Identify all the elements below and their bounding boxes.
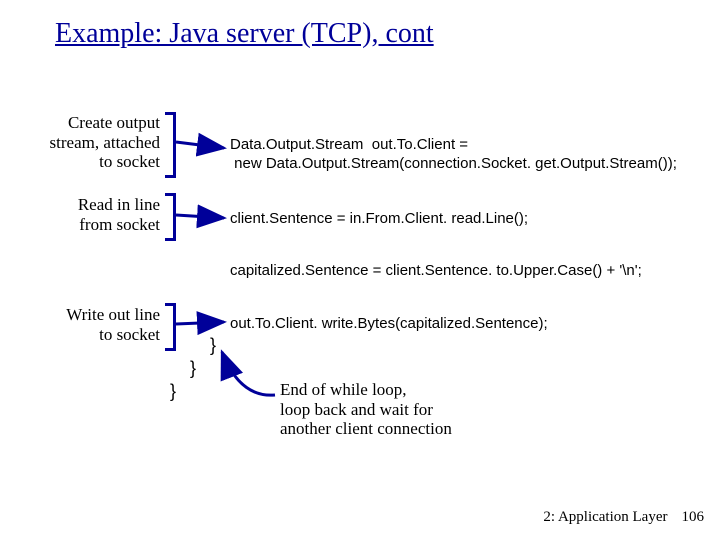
code-data-output-2: new Data.Output.Stream(connection.Socket…	[230, 155, 677, 172]
slide-title: Example: Java server (TCP), cont	[55, 18, 434, 50]
bracket-icon	[165, 303, 176, 351]
annotation-write-line: Write out lineto socket	[35, 305, 160, 344]
code-client-sentence: client.Sentence = in.From.Client. read.L…	[230, 210, 528, 227]
brace-inner: }	[210, 335, 216, 356]
code-capitalized: capitalized.Sentence = client.Sentence. …	[230, 262, 642, 279]
footer: 2: Application Layer 106	[543, 509, 704, 526]
annotation-read-line: Read in linefrom socket	[40, 195, 160, 234]
brace-mid: }	[190, 358, 196, 379]
code-data-output-1: Data.Output.Stream out.To.Client =	[230, 136, 468, 153]
footer-chapter: 2: Application Layer	[543, 509, 667, 525]
annotation-end-loop: End of while loop,loop back and wait for…	[280, 380, 520, 439]
brace-outer: }	[170, 381, 176, 402]
bracket-icon	[165, 112, 176, 178]
code-write-bytes: out.To.Client. write.Bytes(capitalized.S…	[230, 315, 548, 332]
bracket-icon	[165, 193, 176, 241]
footer-page-number: 106	[682, 509, 705, 525]
annotation-create-output: Create outputstream, attachedto socket	[20, 113, 160, 172]
